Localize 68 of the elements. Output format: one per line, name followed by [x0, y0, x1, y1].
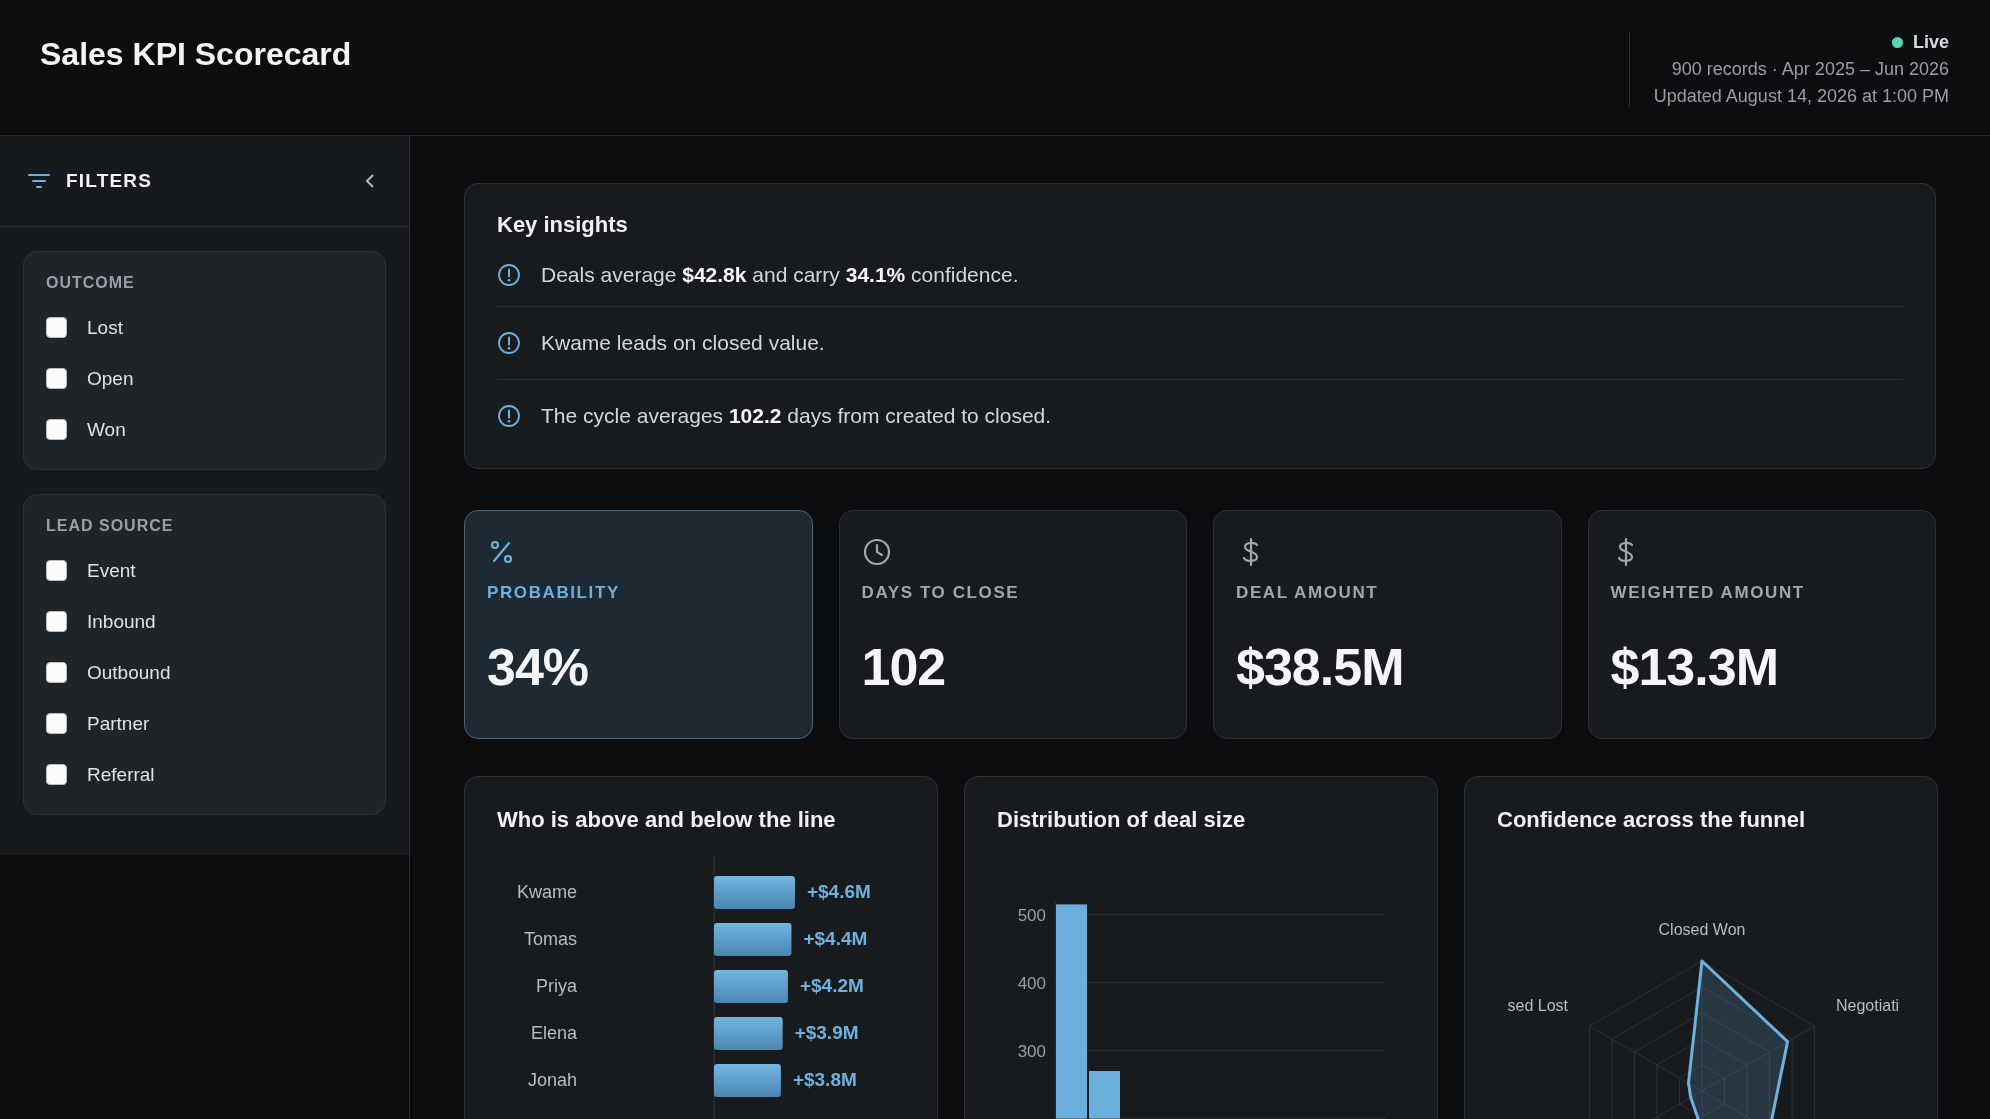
checkbox-label: Outbound — [87, 661, 171, 684]
kpi-value: $38.5M — [1236, 637, 1405, 697]
chart-title: Who is above and below the line — [497, 807, 837, 833]
alert-circle-icon — [497, 263, 521, 287]
kpi-label: DEAL AMOUNT — [1236, 583, 1380, 603]
axis-label: Priya — [536, 976, 577, 996]
checkbox[interactable] — [46, 764, 67, 785]
checkbox-label: Open — [87, 367, 134, 390]
filter-icon — [28, 172, 50, 190]
sidebar-title: FILTERS — [66, 170, 154, 192]
data-label: +$3.9M — [794, 1022, 859, 1043]
checkbox[interactable] — [46, 368, 67, 389]
kpi-card[interactable]: PROBABILITY 34% — [464, 510, 813, 739]
tick-label: 500 — [1017, 905, 1046, 925]
updated-time: Updated August 14, 2026 at 1:00 PM — [1653, 86, 1949, 107]
data-label: +$4.2M — [799, 975, 864, 996]
clock-icon — [861, 537, 892, 567]
kpi-label: PROBABILITY — [487, 583, 621, 603]
checkbox[interactable] — [46, 611, 67, 632]
checkbox-label: Inbound — [87, 610, 156, 633]
checkbox[interactable] — [46, 662, 67, 683]
insight-text: Deals average $42.8k and carry 34.1% confidence. — [541, 263, 1019, 287]
chart-title: Distribution of deal size — [997, 807, 1247, 833]
axis-label: sed Lost — [1507, 997, 1568, 1014]
checkbox[interactable] — [46, 419, 67, 440]
checkbox[interactable] — [46, 713, 67, 734]
axis-label: Elena — [530, 1023, 577, 1043]
checkbox-label: Partner — [87, 712, 150, 735]
axis-label: Closed Won — [1658, 921, 1746, 938]
insight-text: Kwame leads on closed value. — [541, 331, 825, 355]
bar — [714, 1064, 781, 1097]
chevron-left-icon — [363, 172, 377, 190]
tick-label: 400 — [1017, 973, 1046, 993]
kpi-card[interactable]: DEAL AMOUNT $38.5M — [1213, 510, 1562, 739]
axis-label: Jonah — [527, 1070, 577, 1090]
kpi-value: 102 — [861, 637, 947, 697]
checkbox-label: Lost — [87, 316, 123, 339]
filter-group-title: LEAD SOURCE — [46, 517, 175, 535]
kpi-card[interactable]: DAYS TO CLOSE 102 — [838, 510, 1187, 739]
axis-label: Negotiati — [1836, 997, 1900, 1014]
alert-circle-icon — [497, 331, 521, 355]
checkbox-label: Event — [87, 559, 136, 582]
kpi-card[interactable]: WEIGHTED AMOUNT $13.3M — [1587, 510, 1936, 739]
data-label: +$4.4M — [803, 928, 868, 949]
checkbox[interactable] — [46, 560, 67, 581]
checkbox[interactable] — [46, 317, 67, 338]
record-summary: 900 records · Apr 2025 – Jun 2026 — [1671, 59, 1949, 80]
tick-label: 300 — [1017, 1041, 1046, 1061]
alert-circle-icon — [497, 404, 521, 428]
kpi-value: $13.3M — [1610, 637, 1779, 697]
axis-label: Tomas — [524, 929, 577, 949]
kpi-label: DAYS TO CLOSE — [861, 583, 1021, 603]
status-label: Live — [1912, 32, 1949, 53]
status-dot-icon — [1891, 37, 1903, 48]
bar — [1089, 1071, 1120, 1119]
insights-title: Key insights — [497, 212, 629, 238]
bar — [714, 1017, 783, 1050]
data-label: +$4.6M — [806, 881, 871, 902]
insight-text: The cycle averages 102.2 days from created to closed. — [541, 404, 1052, 428]
page-title: Sales KPI Scorecard — [40, 36, 352, 73]
chart-title: Confidence across the funnel — [1497, 807, 1807, 833]
checkbox-label: Won — [87, 418, 126, 441]
checkbox-label: Referral — [87, 763, 155, 786]
kpi-value: 34% — [487, 637, 590, 697]
filter-group-title: OUTCOME — [46, 274, 136, 292]
kpi-label: WEIGHTED AMOUNT — [1610, 583, 1806, 603]
data-label: +$3.8M — [792, 1069, 857, 1090]
axis-label: Kwame — [516, 882, 577, 902]
